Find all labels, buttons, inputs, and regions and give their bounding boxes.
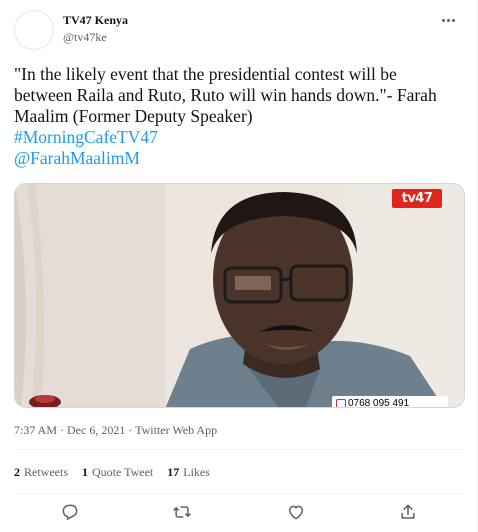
retweet-icon[interactable] [172, 502, 192, 522]
likes-stat[interactable]: 17 Likes [167, 464, 210, 480]
tweet-meta: 7:37 AM · Dec 6, 2021 · Twitter Web App [14, 422, 217, 438]
mention-link[interactable]: @FarahMaalimM [14, 148, 464, 169]
more-icon[interactable] [436, 10, 460, 30]
meta-separator: · [125, 423, 136, 437]
like-icon[interactable] [286, 502, 306, 522]
reply-icon[interactable] [60, 502, 80, 522]
hashtag-link[interactable]: #MorningCafeTV47 [14, 127, 464, 148]
phone-icon [336, 399, 346, 407]
tweet-stats: 2 Retweets 1 Quote Tweet 17 Likes [14, 464, 210, 480]
tweet-actions [14, 500, 464, 524]
tweet-text-line: between Raila and Ruto, Ruto will win ha… [14, 85, 437, 105]
quotes-count: 1 [82, 465, 88, 479]
share-icon[interactable] [398, 502, 418, 522]
retweets-stat[interactable]: 2 Retweets [14, 464, 68, 480]
tweet-date[interactable]: Dec 6, 2021 [67, 423, 125, 437]
channel-logo: tv47 [392, 189, 442, 208]
tweet-header: TV47 Kenya @tv47ke [14, 10, 464, 50]
video-frame-image [15, 184, 464, 407]
divider [14, 493, 464, 494]
tweet-text-line: Maalim (Former Deputy Speaker) [14, 106, 253, 126]
phone-number: 0768 095 491 [348, 398, 410, 408]
tweet-source: Twitter Web App [135, 423, 218, 437]
divider [14, 449, 464, 450]
tweet-media[interactable]: tv47 0768 095 491 [14, 183, 465, 408]
quotes-label: Quote Tweet [92, 465, 154, 479]
phone-badge: 0768 095 491 [332, 396, 448, 408]
user-handle[interactable]: @tv47ke [63, 29, 107, 45]
likes-count: 17 [167, 465, 180, 479]
display-name[interactable]: TV47 Kenya [63, 12, 128, 28]
avatar[interactable] [14, 10, 54, 50]
tweet-card: TV47 Kenya @tv47ke "In the likely event … [0, 0, 478, 532]
retweets-count: 2 [14, 465, 20, 479]
retweets-label: Retweets [24, 465, 68, 479]
meta-separator: · [57, 423, 68, 437]
tweet-text-line: "In the likely event that the presidenti… [14, 64, 397, 84]
quotes-stat[interactable]: 1 Quote Tweet [82, 464, 153, 480]
likes-label: Likes [183, 465, 210, 479]
tweet-time[interactable]: 7:37 AM [14, 423, 57, 437]
tweet-text: "In the likely event that the presidenti… [14, 64, 464, 169]
